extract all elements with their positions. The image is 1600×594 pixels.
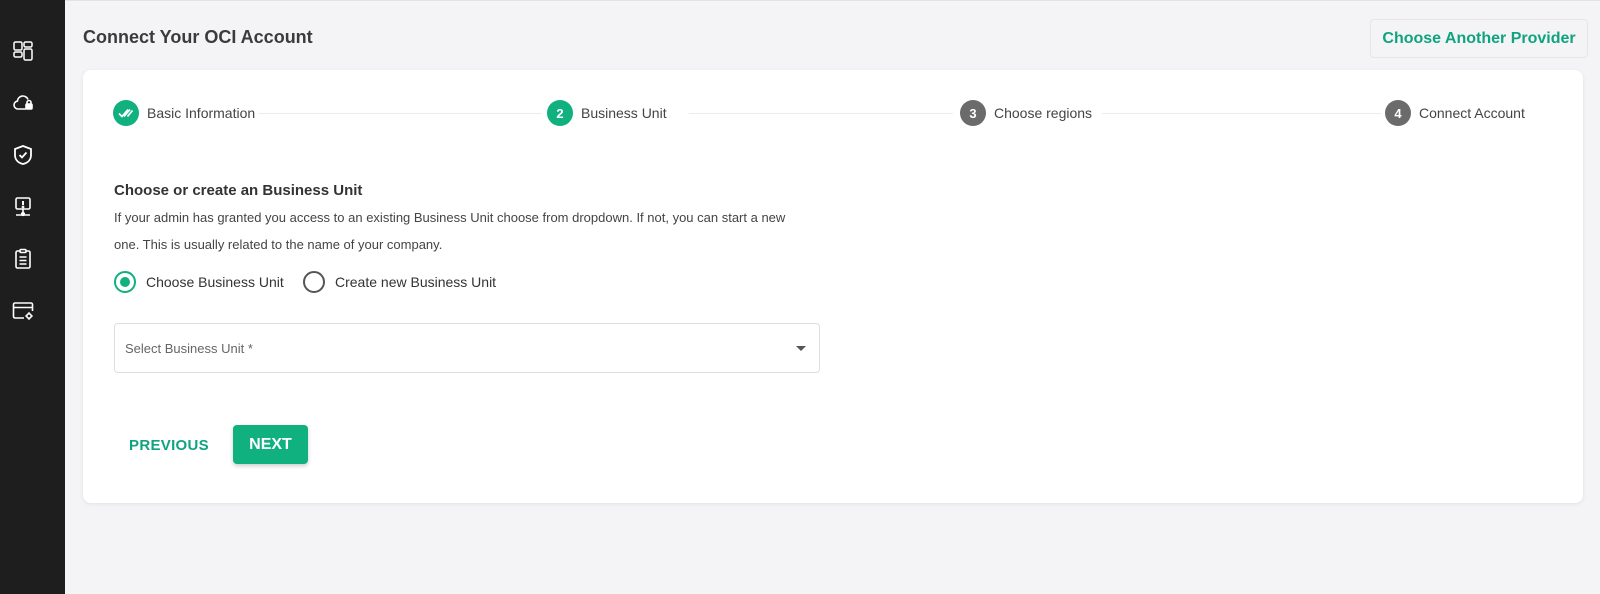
browser-settings-icon[interactable]	[11, 299, 35, 323]
dropdown-arrow-icon[interactable]	[796, 346, 806, 351]
section-title: Choose or create an Business Unit	[114, 182, 363, 199]
select-placeholder: Select Business Unit *	[125, 341, 253, 356]
step-connector	[689, 113, 953, 114]
step-connector	[1102, 113, 1381, 114]
step-2-label: Business Unit	[581, 105, 667, 121]
step-4-number: 4	[1385, 100, 1411, 126]
main-content: Connect Your OCI Account Choose Another …	[65, 0, 1600, 594]
radio-create-business-unit[interactable]: Create new Business Unit	[303, 271, 496, 293]
radio-label: Create new Business Unit	[335, 274, 497, 290]
step-3-label: Choose regions	[994, 105, 1093, 121]
shield-check-icon[interactable]	[11, 143, 35, 167]
step-1-check-icon	[113, 100, 139, 126]
radio-label: Choose Business Unit	[146, 274, 284, 290]
business-unit-select[interactable]: Select Business Unit *	[114, 323, 820, 373]
page-title: Connect Your OCI Account	[83, 27, 313, 47]
clipboard-icon[interactable]	[11, 247, 35, 271]
monitor-alert-icon[interactable]	[11, 195, 35, 219]
cloud-lock-icon[interactable]	[11, 91, 35, 115]
step-3-number: 3	[960, 100, 986, 126]
section-description: If your admin has granted you access to …	[114, 210, 786, 252]
dashboard-icon[interactable]	[11, 39, 35, 63]
step-2-number: 2	[547, 100, 573, 126]
previous-button[interactable]: PREVIOUS	[114, 426, 224, 464]
wizard-card: Basic Information 2 Business Unit 3 Choo…	[83, 70, 1583, 503]
step-1-label: Basic Information	[147, 105, 256, 121]
step-connector	[258, 113, 542, 114]
radio-unchecked-icon[interactable]	[303, 271, 325, 293]
choose-another-provider-button[interactable]: Choose Another Provider	[1370, 19, 1588, 58]
radio-checked-icon[interactable]	[114, 271, 136, 293]
next-button[interactable]: NEXT	[233, 425, 308, 464]
step-4-label: Connect Account	[1419, 105, 1525, 121]
radio-choose-business-unit[interactable]: Choose Business Unit	[114, 271, 284, 293]
sidebar	[0, 0, 65, 594]
